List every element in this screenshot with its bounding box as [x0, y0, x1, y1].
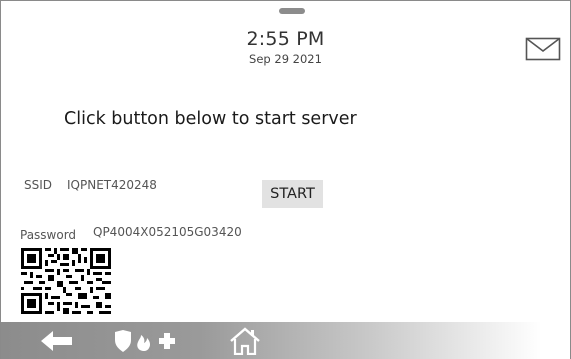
date-display: Sep 29 2021 [249, 52, 322, 66]
envelope-icon[interactable] [525, 37, 561, 61]
home-icon[interactable] [227, 322, 263, 359]
bottom-navigation-bar [1, 322, 570, 359]
status-clock: 2:55 PM Sep 29 2021 [0, 28, 571, 66]
instruction-text: Click button below to start server [64, 109, 357, 129]
ssid-label: SSID [24, 178, 53, 192]
start-server-button[interactable]: START [262, 180, 323, 208]
password-label: Password [20, 228, 77, 242]
password-value: QP4004X052105G03420 [93, 225, 242, 239]
back-arrow-icon[interactable] [39, 322, 75, 359]
qr-code-image [21, 248, 111, 314]
pull-down-handle[interactable] [279, 8, 305, 14]
emergency-icon[interactable] [113, 322, 189, 359]
time-display: 2:55 PM [246, 28, 325, 50]
ssid-value: IQPNET420248 [67, 178, 157, 192]
